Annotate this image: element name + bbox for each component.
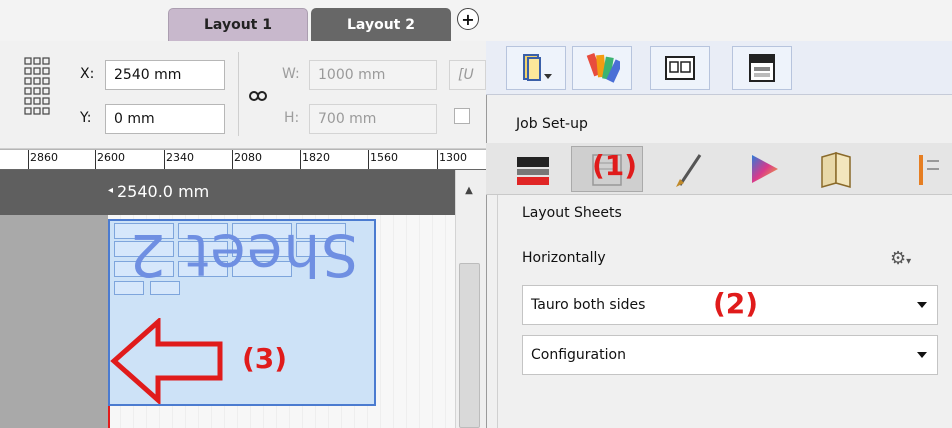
orientation-label: Horizontally [522, 250, 606, 266]
ruler-label: 1560 [370, 151, 398, 164]
ruler-tick [437, 150, 438, 169]
ruler-tick [28, 150, 29, 169]
settings-gear-icon[interactable]: ⚙▾ [890, 248, 911, 269]
section-title: Job Set-up [516, 116, 588, 132]
layout-sheets-heading: Layout Sheets [522, 205, 622, 221]
ruler-label: 1820 [302, 151, 330, 164]
toolbar-divider [238, 52, 239, 136]
ruler-label: 2860 [30, 151, 58, 164]
printer-stack-icon [517, 157, 549, 185]
width-input[interactable]: 1000 mm [309, 60, 437, 90]
card-tool-button[interactable] [650, 46, 710, 90]
printer-profile-value: Tauro both sides [531, 297, 646, 313]
document-tool-button[interactable] [506, 46, 566, 90]
ruler-tick [232, 150, 233, 169]
annotation-1: (1) [592, 149, 638, 182]
scrollbar-thumb[interactable] [459, 263, 480, 428]
position-readout: 2540.0 mm [117, 182, 210, 201]
tab-layout-1[interactable]: Layout 1 [168, 8, 308, 41]
height-input[interactable]: 700 mm [309, 104, 437, 134]
configuration-value: Configuration [531, 347, 626, 363]
canvas-gutter [0, 215, 108, 428]
color-triangle-icon [752, 155, 778, 183]
ruler-label: 1300 [439, 151, 467, 164]
configuration-dropdown[interactable]: Configuration [522, 335, 938, 375]
ruler-tick [95, 150, 96, 169]
color-tool-button[interactable] [728, 146, 800, 192]
canvas-header-bar [0, 170, 455, 215]
tab-layout-2[interactable]: Layout 2 [311, 8, 451, 41]
y-position-input[interactable]: 0 mm [105, 104, 225, 134]
ruler-tick [164, 150, 165, 169]
ruler-label: 2340 [166, 151, 194, 164]
annotation-arrow-icon [110, 318, 223, 404]
color-swatch-icon [586, 52, 620, 83]
caret-left-icon: ◂ [108, 185, 114, 196]
x-label: X: [80, 66, 95, 82]
unit-field[interactable]: [U [449, 60, 486, 90]
book-icon [821, 152, 851, 188]
horizontal-ruler: 2860 2600 2340 2080 1820 1560 1300 [0, 149, 486, 170]
reference-point-icon[interactable] [22, 54, 52, 130]
ruler-tick [368, 150, 369, 169]
sheet-label: Sheet 2 [127, 221, 359, 289]
id-card-icon [665, 56, 695, 80]
knife-tool-button[interactable] [652, 146, 724, 192]
ruler-label: 2080 [234, 151, 262, 164]
printer-tool-button[interactable] [732, 46, 792, 90]
notes-icon [919, 155, 939, 185]
ruler-label: 2600 [97, 151, 125, 164]
annotation-3: (3) [242, 342, 288, 375]
chevron-down-icon [917, 302, 927, 308]
ruler-tick [300, 150, 301, 169]
proportional-checkbox[interactable] [454, 108, 470, 124]
printer-settings-button[interactable] [497, 146, 569, 192]
knife-icon [676, 154, 702, 187]
annotation-2: (2) [713, 287, 759, 320]
scroll-up-arrow-icon[interactable]: ▲ [462, 185, 476, 196]
add-tab-button[interactable]: + [457, 8, 479, 30]
y-label: Y: [80, 110, 92, 126]
notes-tool-button[interactable] [900, 146, 952, 192]
width-label: W: [282, 66, 300, 82]
book-tool-button[interactable] [800, 146, 872, 192]
x-position-input[interactable]: 2540 mm [105, 60, 225, 90]
document-dropdown-icon [523, 54, 552, 81]
color-swatch-tool-button[interactable] [572, 46, 632, 90]
printer-icon [749, 54, 775, 82]
sheet-edge-marker [108, 404, 110, 428]
link-dimensions-icon[interactable] [248, 88, 268, 104]
chevron-down-icon [917, 352, 927, 358]
height-label: H: [284, 110, 300, 126]
